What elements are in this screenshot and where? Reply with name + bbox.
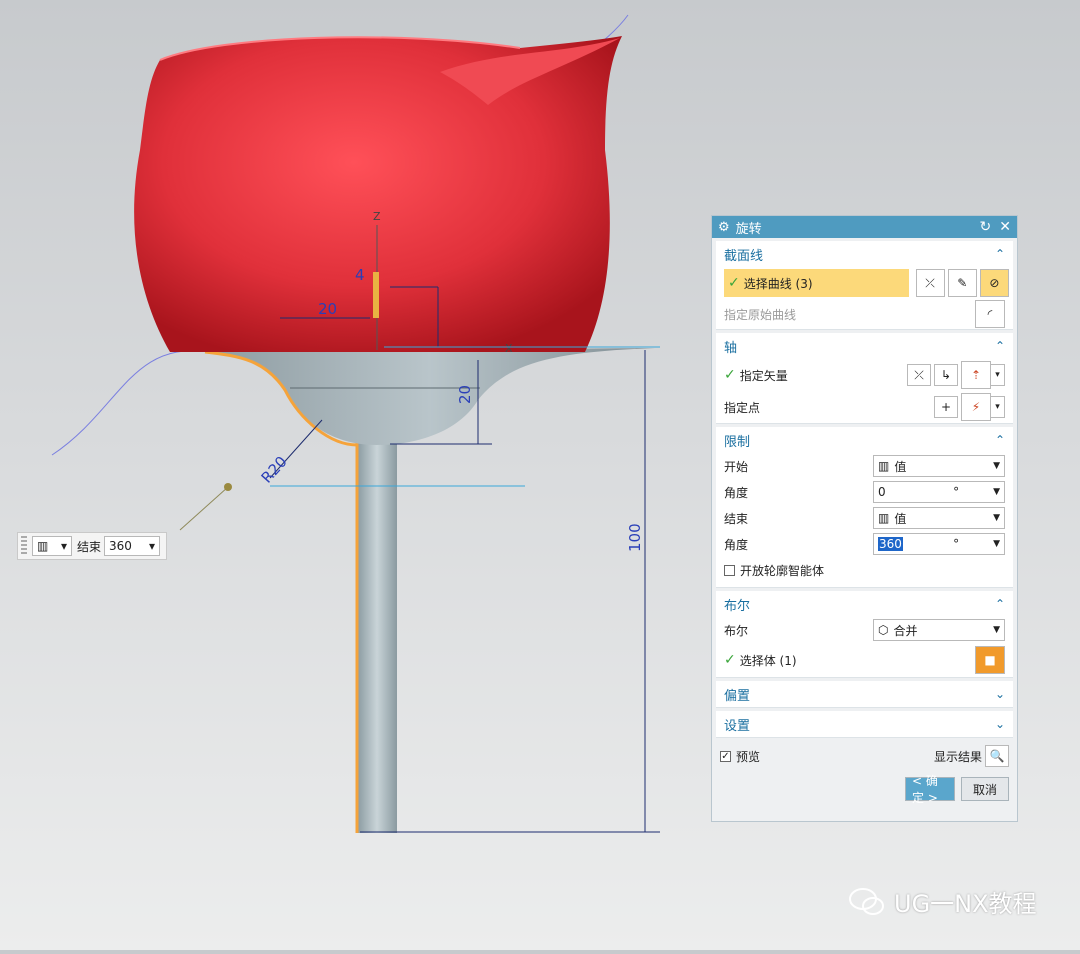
section-settings-group: 设置 ⌄ <box>716 711 1013 738</box>
specify-vector-label: 指定矢量 <box>739 368 788 383</box>
stem <box>357 440 397 833</box>
chevron-down-icon: ▼ <box>993 625 1000 635</box>
dim-100: 100 <box>626 523 644 552</box>
value-icon: ▥ <box>37 539 49 553</box>
section-offset-group: 偏置 ⌄ <box>716 681 1013 708</box>
dim-20-vertical: 20 <box>456 385 474 404</box>
point-dialog-button[interactable]: + <box>934 396 958 418</box>
specify-origin-curve-label: 指定原始曲线 <box>724 307 797 322</box>
dim-20-horizontal: 20 <box>318 300 337 318</box>
chevron-down-icon: ⌄ <box>994 687 1005 701</box>
show-result-label: 显示结果 <box>933 749 982 764</box>
chevron-down-icon: ▼ <box>993 461 1000 471</box>
select-body-button[interactable]: ■ <box>975 646 1005 674</box>
end-label: 结束 <box>77 539 102 554</box>
dim-4: 4 <box>355 266 365 284</box>
z-axis-label: Z <box>373 210 381 223</box>
section-offset-header[interactable]: 偏置 ⌄ <box>716 681 1013 707</box>
chevron-down-icon: ▾ <box>60 539 67 553</box>
revolve-dialog: ⚙ 旋转 ↻ ✕ 截面线 ⌃ ✓ 选择曲线 (3) ⤫ ✎ ⊘ 指定原始曲线 ◜… <box>711 215 1018 822</box>
dim-r20: R20 <box>258 453 291 487</box>
chevron-down-icon: ▼ <box>993 513 1000 523</box>
watermark: UG一NX教程 <box>848 884 1037 919</box>
vector-type-dropdown[interactable]: ▾ <box>991 364 1005 386</box>
watermark-text: UG一NX教程 <box>894 890 1037 918</box>
cancel-button[interactable]: 取消 <box>961 777 1009 801</box>
limit-type-dropdown[interactable]: ▥ ▾ <box>32 536 72 556</box>
select-body-label: 选择体 (1) <box>739 653 797 668</box>
point-type-dropdown[interactable]: ▾ <box>991 396 1005 418</box>
gear-icon: ⚙ <box>718 219 730 235</box>
dialog-title: 旋转 <box>735 221 762 237</box>
drag-grip[interactable] <box>21 536 27 556</box>
chevron-up-icon: ⌃ <box>994 247 1005 261</box>
vector-type-icon[interactable]: ⇡ <box>961 361 991 389</box>
close-icon[interactable]: ✕ <box>999 219 1011 235</box>
bool-type-select[interactable]: ⬡ 合并 ▼ <box>873 619 1005 641</box>
section-bool-header[interactable]: 布尔 ⌃ <box>716 591 1013 617</box>
section-curve-group: 截面线 ⌃ ✓ 选择曲线 (3) ⤫ ✎ ⊘ 指定原始曲线 ◜ <box>716 241 1013 330</box>
dialog-titlebar[interactable]: ⚙ 旋转 ↻ ✕ <box>712 216 1017 238</box>
end-value-field[interactable]: 360 ▾ <box>104 536 161 556</box>
value-icon: ▥ <box>878 511 890 525</box>
x-axis-label: X <box>505 342 513 355</box>
base-sepal <box>205 348 655 445</box>
wechat-icon <box>849 887 884 915</box>
reset-icon[interactable]: ↻ <box>980 219 992 235</box>
end-type-select[interactable]: ▥ 值 ▼ <box>873 507 1005 529</box>
chevron-up-icon: ⌃ <box>994 339 1005 353</box>
chevron-down-icon: ▼ <box>993 539 1000 549</box>
sketch-section-button[interactable]: ✎ <box>947 269 977 297</box>
section-axis-group: 轴 ⌃ ✓ 指定矢量 ⤫ ↳ ⇡ ▾ 指定点 + ⚡ ▾ <box>716 333 1013 424</box>
section-bool-group: 布尔 ⌃ 布尔 ⬡ 合并 ▼ ✓ 选择体 (1) ■ <box>716 591 1013 678</box>
origin-curve-button[interactable]: ◜ <box>975 300 1005 328</box>
start-angle-input[interactable]: 0 ° ▼ <box>873 481 1005 503</box>
check-icon: ✓ <box>724 367 736 383</box>
ok-button[interactable]: < 确定 > <box>905 774 955 805</box>
open-profile-label: 开放轮廓智能体 <box>740 563 825 578</box>
section-settings-header[interactable]: 设置 ⌄ <box>716 711 1013 737</box>
chevron-down-icon: ▾ <box>148 539 156 553</box>
section-limit-group: 限制 ⌃ 开始 ▥ 值 ▼ 角度 0 ° ▼ 结束 ▥ 值 ▼ 角度 360 °… <box>716 427 1013 588</box>
select-curve-icon-button[interactable]: ⊘ <box>979 269 1009 297</box>
curve-rule-button[interactable]: ⤫ <box>915 269 945 297</box>
vector-dialog-button[interactable]: ↳ <box>934 364 958 386</box>
preview-checkbox[interactable]: ✓ <box>720 750 731 762</box>
unite-icon: ⬡ <box>878 623 889 637</box>
chevron-down-icon: ⌄ <box>994 717 1005 731</box>
open-profile-checkbox[interactable] <box>724 564 735 576</box>
preview-label: 预览 <box>736 749 761 764</box>
point-type-icon[interactable]: ⚡ <box>961 393 991 421</box>
start-type-select[interactable]: ▥ 值 ▼ <box>873 455 1005 477</box>
check-icon: ✓ <box>728 275 740 291</box>
section-axis-header[interactable]: 轴 ⌃ <box>716 333 1013 359</box>
check-icon: ✓ <box>724 652 736 668</box>
floating-limit-toolbar: ▥ ▾ 结束 360 ▾ <box>17 532 167 560</box>
section-limit-header[interactable]: 限制 ⌃ <box>716 427 1013 453</box>
chevron-down-icon: ▼ <box>993 487 1000 497</box>
guide-curve-left <box>51 350 211 456</box>
section-curve-header[interactable]: 截面线 ⌃ <box>716 241 1013 267</box>
specify-point-label: 指定点 <box>724 400 761 415</box>
chevron-up-icon: ⌃ <box>994 433 1005 447</box>
reverse-direction-button[interactable]: ⤫ <box>907 364 931 386</box>
select-curve-row[interactable]: ✓ 选择曲线 (3) <box>724 269 909 297</box>
value-icon: ▥ <box>878 459 890 473</box>
end-angle-input[interactable]: 360 ° ▼ <box>873 533 1005 555</box>
chevron-up-icon: ⌃ <box>994 597 1005 611</box>
show-result-button[interactable]: 🔍 <box>985 745 1009 767</box>
